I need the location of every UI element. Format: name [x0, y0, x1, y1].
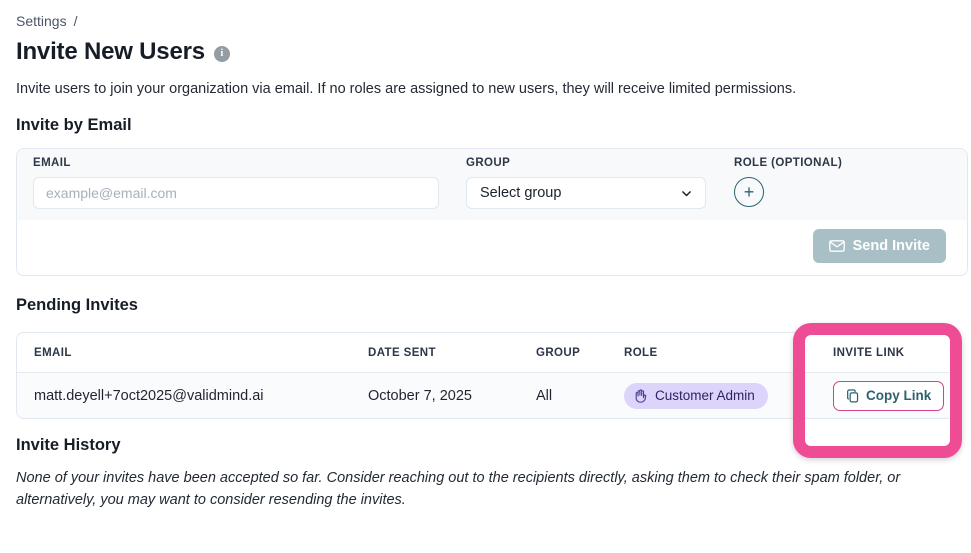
col-header-role: ROLE: [624, 347, 833, 359]
plus-icon: +: [744, 183, 755, 201]
col-header-invite-link: INVITE LINK: [833, 347, 954, 359]
role-badge: Customer Admin: [624, 383, 768, 409]
role-field-label: ROLE (OPTIONAL): [734, 157, 951, 169]
cell-invite-link: Copy Link: [833, 381, 954, 411]
role-badge-label: Customer Admin: [655, 388, 755, 403]
add-role-button[interactable]: +: [734, 177, 764, 207]
cell-date-sent: October 7, 2025: [368, 388, 536, 404]
page-title: Invite New Users: [16, 38, 205, 66]
col-header-group: GROUP: [536, 347, 624, 359]
group-select-value: Select group: [480, 185, 561, 201]
table-header-row: EMAIL DATE SENT GROUP ROLE INVITE LINK: [17, 333, 954, 372]
hand-raised-icon: [634, 389, 648, 403]
invite-new-users-page: Settings / Invite New Users i Invite use…: [0, 0, 971, 553]
email-field-label: EMAIL: [33, 157, 439, 169]
copy-icon: [846, 389, 859, 403]
table-row: matt.deyell+7oct2025@validmind.ai Octobe…: [17, 372, 954, 418]
col-header-email: EMAIL: [34, 347, 368, 359]
send-invite-button[interactable]: Send Invite: [813, 229, 946, 263]
invite-by-email-heading: Invite by Email: [16, 116, 971, 135]
invite-history-heading: Invite History: [16, 436, 971, 455]
page-description: Invite users to join your organization v…: [16, 81, 946, 97]
cell-group: All: [536, 388, 624, 404]
col-header-date-sent: DATE SENT: [368, 347, 536, 359]
invite-by-email-panel: EMAIL GROUP Select group ROLE (OPTIONAL)…: [16, 148, 968, 276]
envelope-icon: [829, 239, 845, 253]
invite-history-empty-message: None of your invites have been accepted …: [16, 468, 961, 511]
send-invite-label: Send Invite: [853, 238, 930, 254]
invite-form-fields: EMAIL GROUP Select group ROLE (OPTIONAL)…: [17, 149, 967, 220]
cell-role: Customer Admin: [624, 383, 833, 409]
breadcrumb: Settings /: [16, 13, 971, 29]
group-field-label: GROUP: [466, 157, 706, 169]
invite-form-actions: Send Invite: [17, 220, 967, 275]
copy-link-label: Copy Link: [866, 388, 931, 403]
breadcrumb-settings-link[interactable]: Settings: [16, 13, 67, 29]
info-icon[interactable]: i: [214, 46, 230, 62]
copy-link-button[interactable]: Copy Link: [833, 381, 944, 411]
group-select[interactable]: Select group: [466, 177, 706, 209]
email-input[interactable]: [33, 177, 439, 209]
cell-email: matt.deyell+7oct2025@validmind.ai: [34, 388, 368, 404]
chevron-down-icon: [680, 187, 693, 200]
breadcrumb-separator: /: [74, 13, 78, 29]
pending-invites-table: EMAIL DATE SENT GROUP ROLE INVITE LINK m…: [16, 332, 955, 419]
pending-invites-heading: Pending Invites: [16, 296, 971, 315]
